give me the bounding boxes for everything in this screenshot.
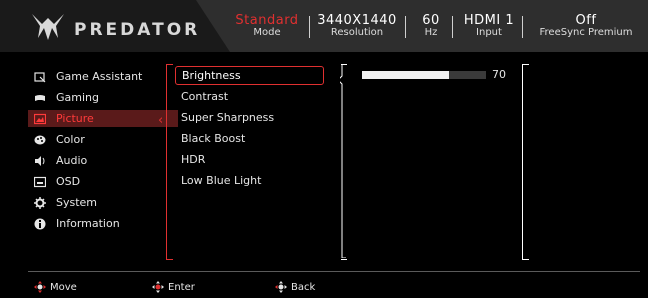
- footer-back: Back: [275, 281, 315, 293]
- mode-label: Mode: [253, 27, 281, 38]
- submenu-item-contrast[interactable]: Contrast: [175, 87, 324, 106]
- brightness-slider[interactable]: [362, 71, 486, 79]
- menu-item-label: Gaming: [56, 91, 99, 104]
- submenu-item-low-blue-light[interactable]: Low Blue Light: [175, 171, 324, 190]
- gear-icon: [34, 197, 46, 209]
- freesync-value: Off: [575, 13, 597, 28]
- footer-enter-label: Enter: [168, 282, 195, 293]
- game-assistant-icon: [34, 71, 46, 83]
- brand-name: PREDATOR: [74, 20, 201, 40]
- submenu-bracket: [166, 64, 173, 260]
- menu-item-osd[interactable]: OSD: [28, 173, 178, 190]
- menu-item-game-assistant[interactable]: Game Assistant: [28, 68, 178, 85]
- footer-back-label: Back: [291, 282, 316, 293]
- submenu-item-hdr[interactable]: HDR: [175, 150, 324, 169]
- osd-window: PREDATOR Standard Mode 3440X1440 Resolut…: [0, 0, 648, 298]
- refresh-label: Hz: [424, 27, 438, 38]
- menu-item-gaming[interactable]: Gaming: [28, 89, 178, 106]
- footer-move-label: Move: [50, 282, 77, 293]
- header-separator: [405, 16, 406, 38]
- header-separator: [522, 16, 523, 38]
- menu-item-label: Picture: [56, 112, 94, 125]
- value-bracket: [340, 64, 347, 260]
- input-indicator: HDMI 1 Input: [458, 14, 520, 39]
- resolution-indicator: 3440X1440 Resolution: [314, 14, 400, 39]
- menu-item-color[interactable]: Color: [28, 131, 178, 148]
- menu-item-label: Game Assistant: [56, 70, 143, 83]
- mode-value: Standard: [235, 13, 299, 28]
- resolution-value: 3440X1440: [317, 13, 397, 28]
- submenu-item-super-sharpness[interactable]: Super Sharpness: [175, 108, 324, 127]
- input-value: HDMI 1: [463, 13, 515, 28]
- brightness-slider-fill: [362, 71, 449, 79]
- footer-enter: Enter: [152, 281, 195, 293]
- submenu-item-black-boost[interactable]: Black Boost: [175, 129, 324, 148]
- freesync-indicator: Off FreeSync Premium: [530, 14, 642, 39]
- palette-icon: [34, 134, 46, 146]
- menu-item-label: System: [56, 196, 98, 209]
- joystick-enter-icon: [152, 281, 164, 293]
- speaker-icon: [34, 155, 46, 167]
- menu-item-audio[interactable]: Audio: [28, 152, 178, 169]
- extra-bracket: [522, 64, 529, 260]
- picture-icon: [33, 113, 47, 125]
- mode-indicator: Standard Mode: [232, 14, 302, 39]
- osd-icon: [33, 176, 47, 188]
- menu-item-label: Information: [56, 217, 120, 230]
- header-separator: [309, 16, 310, 38]
- footer-move: Move: [34, 281, 77, 293]
- menu-item-label: OSD: [56, 175, 81, 188]
- menu-item-picture[interactable]: Picture: [28, 110, 178, 127]
- header-bar: PREDATOR Standard Mode 3440X1440 Resolut…: [0, 0, 648, 52]
- joystick-back-icon: [275, 281, 287, 293]
- joystick-move-icon: [34, 281, 46, 293]
- brightness-value: 70: [492, 68, 506, 81]
- menu-item-system[interactable]: System: [28, 194, 178, 211]
- selection-caret-icon: ‹: [158, 113, 164, 128]
- menu-item-information[interactable]: Information: [28, 215, 178, 232]
- footer-divider: [28, 271, 640, 272]
- submenu-item-brightness[interactable]: Brightness: [175, 66, 324, 85]
- header-separator: [452, 16, 453, 38]
- resolution-label: Resolution: [330, 27, 384, 38]
- freesync-label: FreeSync Premium: [539, 27, 633, 38]
- gamepad-icon: [34, 92, 46, 104]
- refresh-value: 60: [422, 13, 440, 28]
- predator-claw-icon: [32, 14, 64, 40]
- refresh-indicator: 60 Hz: [416, 14, 446, 39]
- info-icon: [34, 218, 46, 230]
- menu-item-label: Audio: [56, 154, 88, 167]
- input-label: Input: [476, 27, 502, 38]
- menu-item-label: Color: [56, 133, 85, 146]
